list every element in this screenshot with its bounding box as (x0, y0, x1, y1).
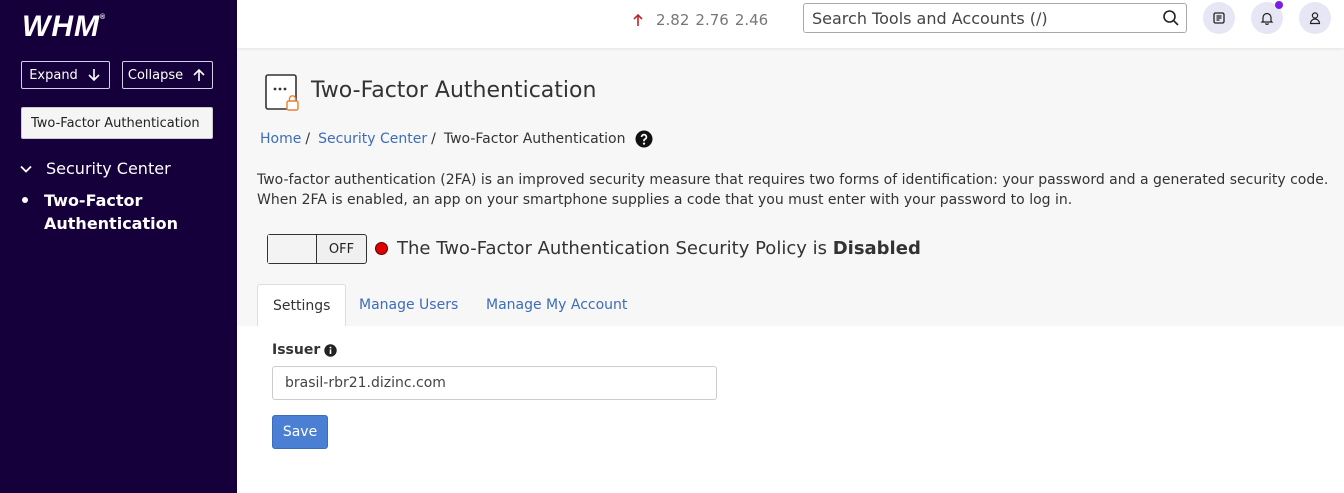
global-search (803, 3, 1187, 33)
tab-settings[interactable]: Settings (257, 284, 347, 327)
collapse-button[interactable]: Collapse (122, 61, 213, 89)
load-5min: 2.76 (695, 11, 729, 29)
server-load: 2.82 2.76 2.46 (632, 11, 768, 29)
tab-manage-my-account[interactable]: Manage My Account (486, 284, 627, 326)
search-input[interactable] (804, 4, 1162, 32)
notifications-button[interactable] (1251, 1, 1283, 34)
expand-button-label: Expand (29, 67, 78, 83)
issuer-input[interactable] (272, 366, 717, 400)
search-icon[interactable] (1162, 9, 1180, 27)
breadcrumb-separator: / (305, 131, 311, 147)
info-icon[interactable] (324, 343, 337, 357)
policy-status-value: Disabled (832, 238, 921, 259)
policy-status: The Two-Factor Authentication Security P… (397, 238, 921, 259)
toggle-state-label: OFF (328, 241, 355, 257)
sidebar-group-label: Security Center (46, 159, 171, 178)
status-indicator-icon (375, 242, 388, 255)
topbar: 2.82 2.76 2.46 (237, 0, 1344, 48)
tab-bar: Settings Manage Users Manage My Account (237, 284, 1344, 327)
security-policy-toggle[interactable]: OFF (267, 234, 367, 264)
sidebar-item-two-factor-authentication[interactable]: Two-Factor Authentication (22, 189, 184, 235)
bell-icon (1260, 12, 1274, 25)
notification-badge (1275, 1, 1283, 9)
help-icon[interactable] (635, 130, 653, 148)
sidebar: WHM® Expand Collapse Security Center Two… (0, 0, 237, 493)
issuer-label-text: Issuer (272, 342, 321, 358)
expand-button[interactable]: Expand (21, 61, 110, 89)
page-title: Two-Factor Authentication (311, 78, 597, 103)
user-icon (1309, 12, 1321, 25)
news-button[interactable] (1203, 2, 1235, 34)
toggle-handle (268, 235, 317, 263)
tab-manage-users[interactable]: Manage Users (359, 284, 458, 326)
policy-status-text: The Two-Factor Authentication Security P… (397, 238, 833, 259)
news-icon (1213, 12, 1225, 24)
bullet-icon (22, 197, 28, 203)
load-1min: 2.82 (656, 11, 690, 29)
breadcrumb-current: Two-Factor Authentication (443, 131, 626, 147)
user-menu-button[interactable] (1299, 2, 1331, 34)
sidebar-group-security-center[interactable]: Security Center (20, 159, 171, 178)
collapse-button-label: Collapse (127, 67, 184, 83)
logo-text: WHM (22, 10, 100, 43)
arrow-up-icon (633, 13, 643, 26)
chevron-down-icon (20, 165, 32, 173)
load-15min: 2.46 (734, 11, 769, 29)
arrow-up-icon (193, 68, 205, 81)
settings-panel: Issuer Save (237, 326, 1344, 493)
breadcrumb-separator: / (431, 131, 436, 147)
logo-registered-mark: ® (99, 14, 107, 21)
issuer-label: Issuer (272, 342, 337, 358)
breadcrumb: Home / Security Center / Two-Factor Authen… (260, 130, 653, 148)
breadcrumb-home-link[interactable]: Home (260, 131, 301, 147)
sidebar-item-label: Two-Factor Authentication (44, 191, 178, 233)
arrow-down-icon (88, 69, 100, 82)
breadcrumb-security-center-link[interactable]: Security Center (318, 131, 427, 147)
page-description: Two-factor authentication (2FA) is an im… (257, 172, 1329, 208)
two-factor-page-icon (265, 74, 299, 111)
sidebar-search-input[interactable] (21, 107, 213, 139)
save-button[interactable]: Save (272, 415, 328, 449)
whm-logo[interactable]: WHM® (22, 10, 106, 44)
